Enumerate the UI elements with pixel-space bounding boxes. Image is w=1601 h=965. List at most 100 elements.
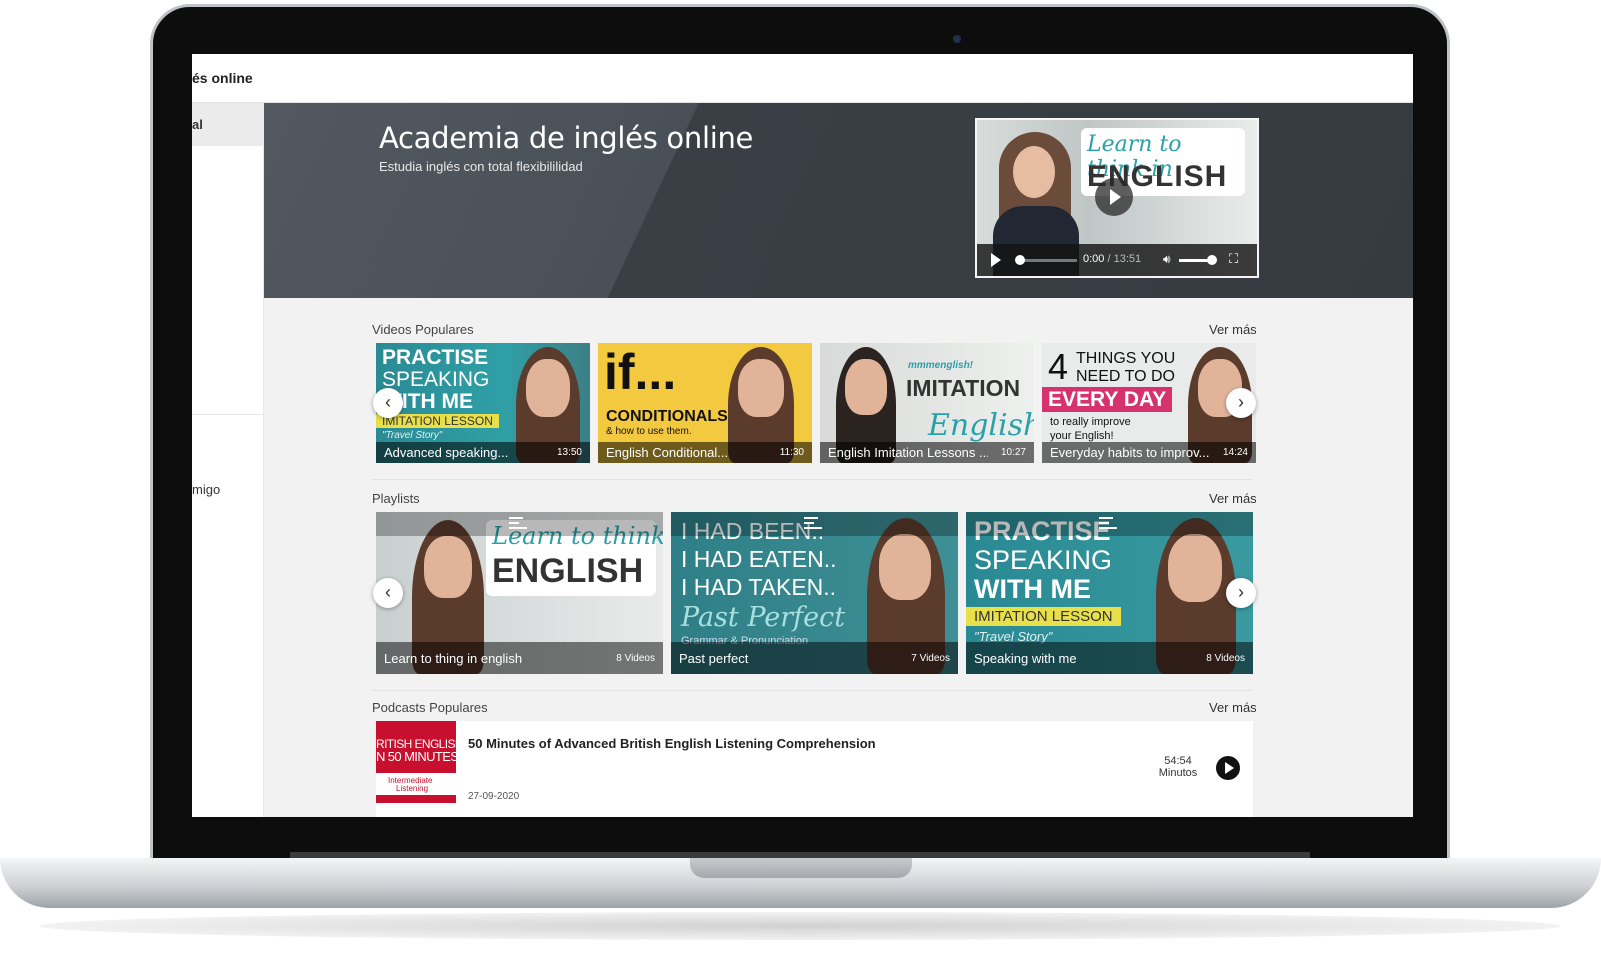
playlist-title: Speaking with me (974, 651, 1077, 666)
cover-red-bar (376, 795, 456, 803)
screen: és online al migo Academia de inglés onl… (192, 54, 1413, 817)
thumb-text: I HAD EATEN.. (681, 546, 837, 572)
thumb-text: 4 (1048, 346, 1069, 387)
presenter-face (738, 359, 784, 417)
duration-time: 13:51 (1113, 253, 1142, 265)
playlist-card[interactable]: Learn to think in ENGLISH Learn to thing… (376, 512, 663, 674)
playlist-card[interactable]: PRACTISE SPEAKING WITH ME IMITATION LESS… (966, 512, 1253, 674)
player-controls: 0:00 / 13:51 🔊︎ ⛶ (977, 244, 1257, 276)
fullscreen-icon[interactable]: ⛶ (1229, 251, 1238, 267)
thumb-text: "Travel Story" (382, 430, 443, 441)
thumb-text: mmmenglish! (908, 360, 974, 371)
playlists-prev-arrow-icon[interactable]: ‹ (373, 578, 403, 608)
thumb-text: I HAD TAKEN.. (681, 574, 837, 600)
thumb-text: Past Perfect (681, 602, 846, 633)
section-divider (372, 690, 1252, 691)
time-separator: / (1104, 253, 1114, 265)
thumb-text: & how to use them. (606, 426, 692, 437)
section-divider (372, 479, 1252, 480)
stage: és online al migo Academia de inglés onl… (0, 0, 1601, 965)
playlist-title: Past perfect (679, 651, 749, 666)
podcast-duration-unit: Minutos (1158, 767, 1198, 779)
podcast-duration: 54:54 Minutos (1158, 755, 1198, 779)
video-title: English Imitation Lessons ... (828, 445, 988, 460)
hero-subtitle: Estudia inglés con total flexibililidad (379, 159, 583, 174)
videos-prev-arrow-icon[interactable]: ‹ (373, 388, 403, 418)
playlists-next-arrow-icon[interactable]: › (1226, 578, 1256, 608)
presenter-face (845, 359, 887, 415)
volume-knob[interactable] (1207, 255, 1217, 265)
videos-section-title: Videos Populares (372, 322, 474, 337)
podcasts-section-title: Podcasts Populares (372, 700, 488, 715)
playlist-count: 7 Videos (911, 653, 950, 664)
podcast-date: 27-09-2020 (468, 791, 520, 802)
presenter-face (1013, 146, 1055, 198)
cover-text: N 50 MINUTES (376, 749, 456, 764)
sidebar-item-friend[interactable]: migo (192, 482, 220, 497)
thumb-text: THINGS YOU (1076, 350, 1176, 367)
playlist-card[interactable]: I HAD BEEN.. I HAD EATEN.. I HAD TAKEN..… (671, 512, 958, 674)
presenter-face (1168, 534, 1222, 602)
video-duration: 13:50 (556, 447, 582, 458)
thumb-text: IMITATION LESSON (966, 607, 1121, 626)
playlist-icon (1099, 517, 1117, 529)
top-bar: és online (192, 54, 1413, 103)
video-card[interactable]: 4 THINGS YOU NEED TO DO EVERY DAY to rea… (1042, 343, 1256, 463)
video-title: Everyday habits to improv... (1050, 445, 1210, 460)
video-duration: 14:24 (1222, 447, 1248, 458)
video-card[interactable]: PRACTISE SPEAKING WITH ME IMITATION LESS… (376, 343, 590, 463)
playlist-caption: Learn to thing in english 8 Videos (376, 642, 663, 674)
video-title: Advanced speaking... (384, 445, 509, 460)
playlist-title: Learn to thing in english (384, 651, 523, 666)
video-duration: 11:30 (779, 447, 804, 458)
videos-next-arrow-icon[interactable]: › (1226, 388, 1256, 418)
playlists-see-more-link[interactable]: Ver más (1209, 491, 1257, 506)
playlists-section-title: Playlists (372, 491, 420, 506)
video-caption: English Conditional... 11:30 (598, 442, 812, 463)
thumb-text: ENGLISH (492, 552, 644, 590)
video-title: English Conditional... (606, 445, 729, 460)
thumb-text: NEED TO DO (1076, 368, 1175, 385)
video-card[interactable]: mmmenglish! IMITATION English English Im… (820, 343, 1034, 463)
video-caption: Advanced speaking... 13:50 (376, 442, 590, 463)
playlist-icon (509, 517, 527, 529)
brand-title[interactable]: és online (192, 70, 253, 86)
podcast-title[interactable]: 50 Minutes of Advanced British English L… (468, 736, 876, 751)
podcast-play-icon[interactable] (1216, 756, 1240, 780)
thumb-text: English (928, 408, 1034, 443)
play-icon[interactable] (991, 253, 1001, 267)
podcasts-see-more-link[interactable]: Ver más (1209, 700, 1257, 715)
hero-title: Academia de inglés online (379, 121, 754, 155)
thumb-text: SPEAKING (974, 545, 1113, 575)
camera-dot (953, 35, 961, 43)
video-player[interactable]: Learn to think in ENGLISH 0:00 / 13:51 🔊… (975, 118, 1259, 278)
video-caption: Everyday habits to improv... 14:24 (1042, 442, 1256, 463)
presenter-face (526, 359, 570, 417)
playlist-count: 8 Videos (616, 653, 655, 664)
sidebar-item-active[interactable]: al (192, 103, 264, 146)
progress-track[interactable] (1017, 259, 1077, 262)
podcast-row[interactable]: RITISH ENGLISH N 50 MINUTES Intermediate… (376, 721, 1253, 817)
thumb-text: if... (604, 344, 677, 400)
video-duration: 10:27 (1000, 447, 1026, 458)
big-play-icon[interactable] (1095, 178, 1133, 216)
presenter-face (424, 536, 472, 598)
time-display: 0:00 / 13:51 (1083, 253, 1141, 265)
volume-icon[interactable]: 🔊︎ (1163, 252, 1171, 267)
laptop-shadow (40, 912, 1560, 940)
videos-see-more-link[interactable]: Ver más (1209, 322, 1257, 337)
sidebar-divider (192, 414, 264, 415)
thumb-text: CONDITIONALS (606, 408, 728, 425)
sidebar-item-label: al (192, 117, 203, 132)
thumb-text: your English! (1050, 430, 1114, 442)
podcast-duration-value: 54:54 (1164, 755, 1192, 767)
sidebar: al migo (192, 103, 264, 817)
podcast-cover: RITISH ENGLISH N 50 MINUTES Intermediate… (376, 721, 456, 817)
progress-knob[interactable] (1015, 255, 1025, 265)
video-caption: English Imitation Lessons ... 10:27 (820, 442, 1034, 463)
thumb-text: IMITATION (906, 375, 1021, 401)
thumb-text: EVERY DAY (1042, 387, 1173, 412)
video-card[interactable]: if... CONDITIONALS & how to use them. En… (598, 343, 812, 463)
cover-text: Listening (396, 784, 429, 793)
playlist-caption: Speaking with me 8 Videos (966, 642, 1253, 674)
